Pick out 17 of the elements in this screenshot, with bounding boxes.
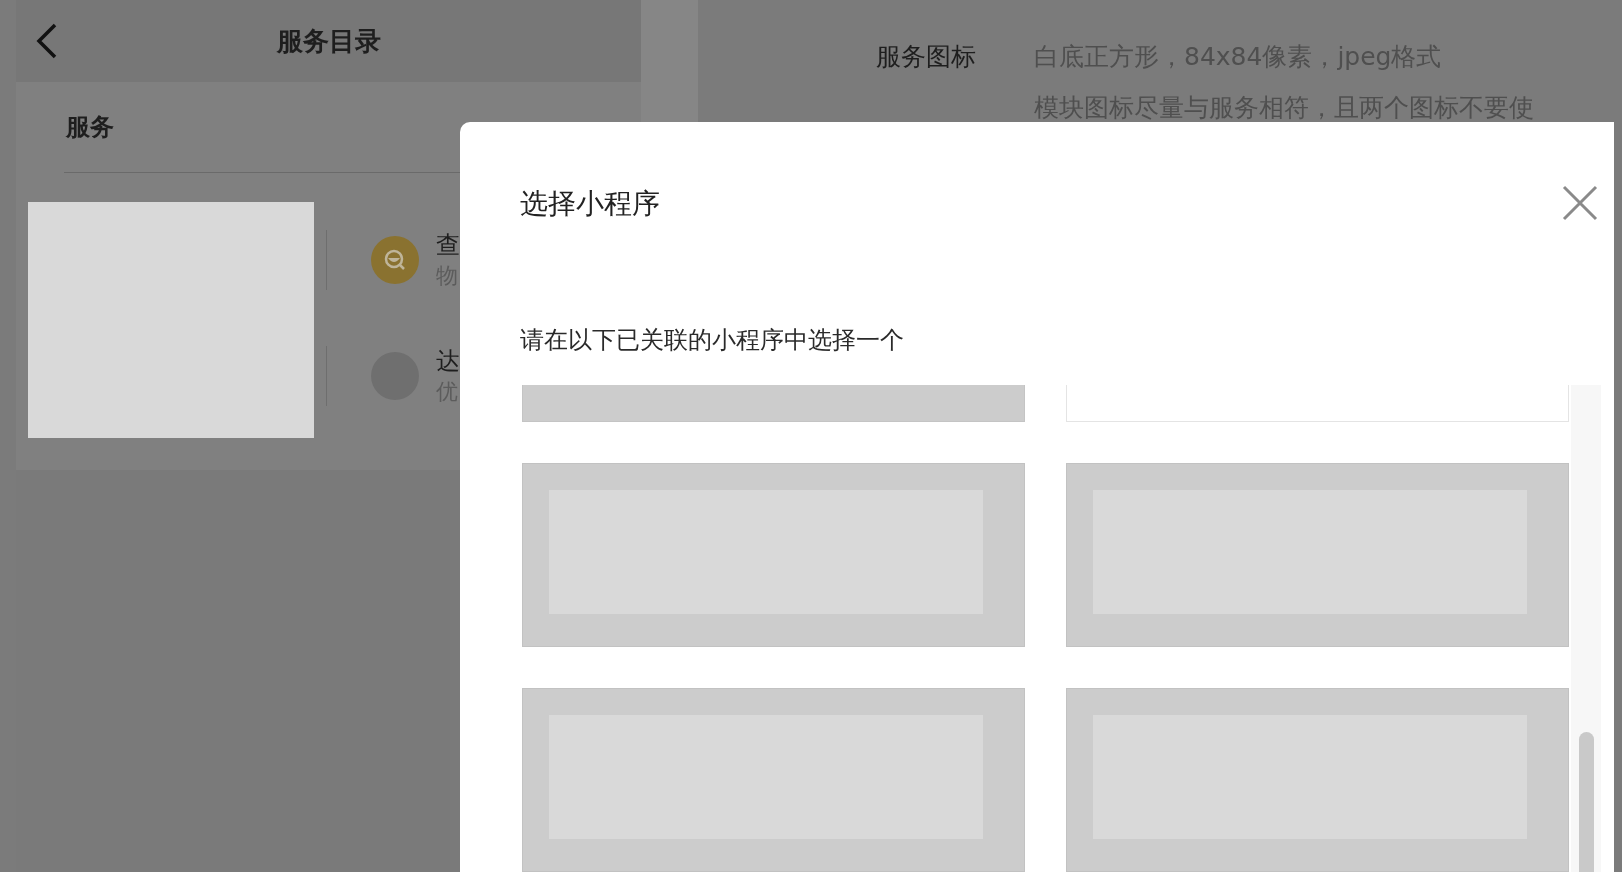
search-icon	[371, 236, 419, 284]
program-card[interactable]	[1066, 385, 1569, 422]
service-title: 查	[436, 230, 460, 261]
back-icon[interactable]	[36, 23, 58, 59]
page-title: 服务目录	[275, 24, 382, 58]
scrollbar[interactable]	[1571, 385, 1601, 872]
program-card[interactable]	[522, 688, 1025, 872]
close-icon[interactable]	[1562, 185, 1598, 221]
section-title: 服务	[66, 112, 114, 143]
dialog-title: 选择小程序	[520, 186, 660, 222]
program-card[interactable]	[522, 463, 1025, 647]
service-title: 达	[436, 346, 460, 377]
program-card[interactable]	[1066, 463, 1569, 647]
instruction-text: 请在以下已关联的小程序中选择一个	[520, 325, 904, 356]
program-card[interactable]	[1066, 688, 1569, 872]
field-label: 服务图标	[876, 41, 976, 73]
program-card[interactable]	[522, 385, 1025, 422]
